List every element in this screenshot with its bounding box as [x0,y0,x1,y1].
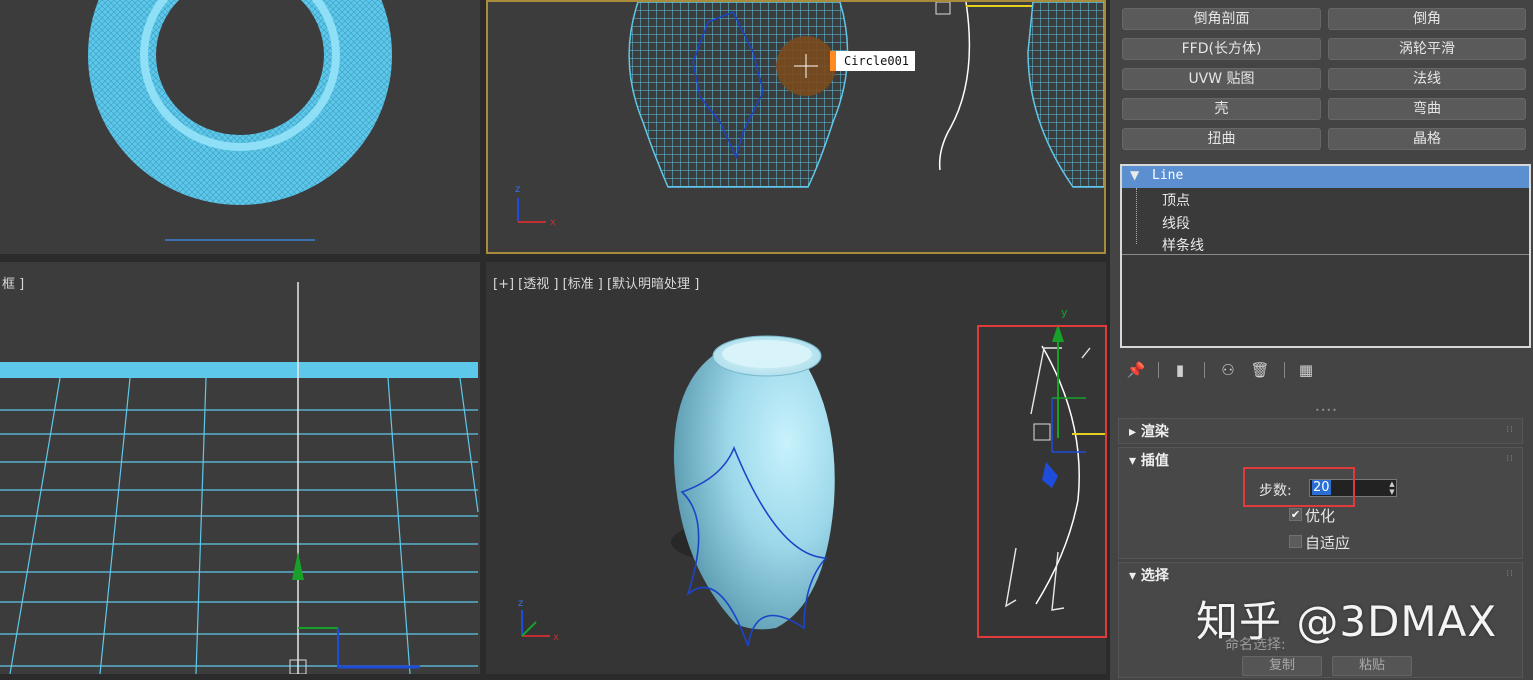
viewport-front-canvas: z x [515,2,1104,228]
remove-modifier-icon[interactable]: 🗑 [1250,360,1270,380]
configure-modifier-sets-icon[interactable]: ▦ [1296,360,1316,380]
adaptive-checkbox[interactable] [1289,535,1302,548]
rollout-render[interactable]: ▸ 渲染 ⁞⁞ [1118,418,1523,444]
stack-divider [1122,254,1529,255]
rollout-interpolation-title: ▾ 插值 [1129,453,1169,469]
rollout-grip-icon[interactable]: ⁞⁞ [1506,425,1514,435]
viewport-top-canvas [88,0,392,241]
modifier-button-twist[interactable]: 扭曲 [1122,128,1321,150]
steps-spinner[interactable]: ▲ ▼ [1387,480,1397,496]
adaptive-label: 自适应 [1305,534,1351,552]
modifier-button-lattice[interactable]: 晶格 [1328,128,1526,150]
object-name-tag: Circle001 [830,51,916,71]
persp-axis-z-label: z [518,598,523,609]
toolbar-separator [1158,362,1159,378]
expand-triangle-icon[interactable]: ▼ [1130,168,1139,182]
viewport-top[interactable] [0,0,480,254]
show-end-result-icon[interactable]: ▮ [1170,360,1190,380]
rollout-grip-icon[interactable]: ⁞⁞ [1506,454,1514,464]
vase-wireframe-copy [1027,2,1104,188]
viewport-front[interactable]: z x [486,0,1106,254]
modifier-button-turbosmooth[interactable]: 涡轮平滑 [1328,38,1526,60]
command-panel: 倒角剖面 倒角 FFD(长方体) 涡轮平滑 UVW 贴图 法线 壳 弯曲 扭曲 … [1110,0,1533,680]
paste-selection-button[interactable]: 粘贴 [1332,656,1412,676]
highlight-frame-steps [1243,467,1355,507]
optimize-label: 优化 [1305,507,1336,525]
watermark-text: 知乎 @3DMAX [1196,597,1498,646]
axis-x-label: x [550,217,556,228]
stack-item-label: Line [1152,168,1184,183]
modifier-stack[interactable]: ▼ Line 顶点 线段 样条线 [1120,164,1531,348]
optimize-checkbox[interactable]: ✔ [1289,508,1302,521]
3dsmax-workspace: z x Circle001 框 ] [+] [透视] [标准] [默认明暗处… [0,0,1533,680]
ground-grid [0,377,479,674]
persp-axis-x-label: x [553,632,559,643]
toolbar-separator [1204,362,1205,378]
subobject-segment[interactable]: 线段 [1162,213,1190,233]
make-unique-icon[interactable]: ⚇ [1218,360,1238,380]
viewport-left[interactable]: 框 ] [0,262,480,674]
tree-line [1136,188,1137,244]
modifier-button-normal[interactable]: 法线 [1328,68,1526,90]
modifier-button-shell[interactable]: 壳 [1122,98,1321,120]
subobject-spline[interactable]: 样条线 [1162,235,1204,255]
viewport-left-canvas [0,282,479,674]
toolbar-separator [1284,362,1285,378]
rollout-render-title: ▸ 渲染 [1129,424,1169,440]
modifier-button-bevel-profile[interactable]: 倒角剖面 [1122,8,1321,30]
modifier-button-bevel[interactable]: 倒角 [1328,8,1526,30]
panel-resize-grip-icon[interactable]: •••• [1315,406,1338,415]
subobject-vertex[interactable]: 顶点 [1162,190,1190,210]
modifier-button-ffd-box[interactable]: FFD(长方体) [1122,38,1321,60]
highlight-frame-spline [977,325,1107,638]
rollout-grip-icon[interactable]: ⁞⁞ [1506,569,1514,579]
rollout-selection-title: ▾ 选择 [1129,568,1169,584]
axis-z-label: z [515,184,520,195]
copy-selection-button[interactable]: 复制 [1242,656,1322,676]
pin-icon[interactable]: 📌 [1126,360,1146,380]
gizmo-axis-y-label: y [1061,306,1068,319]
modifier-button-uvw-map[interactable]: UVW 贴图 [1122,68,1321,90]
stack-item-line[interactable]: ▼ Line [1122,166,1529,188]
profile-spline-front [938,2,971,171]
modifier-button-bend[interactable]: 弯曲 [1328,98,1526,120]
